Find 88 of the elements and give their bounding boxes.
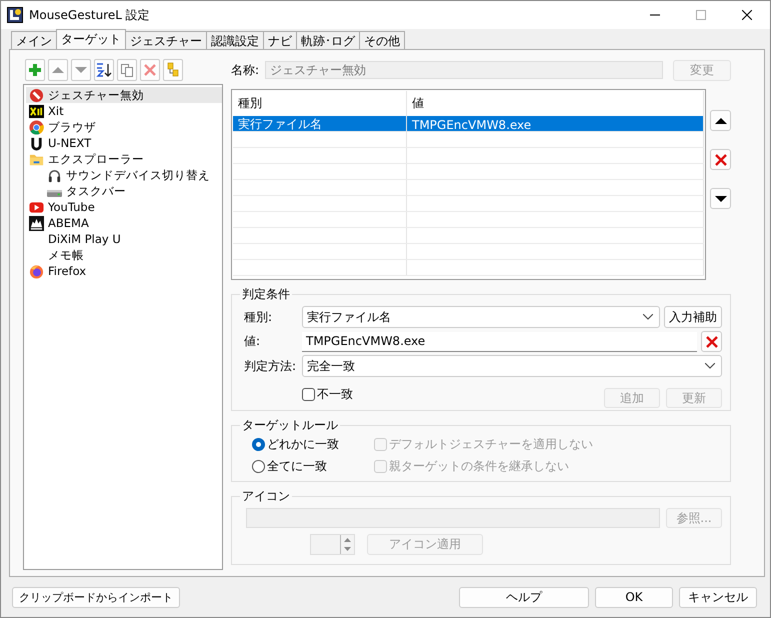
name-label: 名称: bbox=[231, 62, 260, 78]
tab[interactable]: ナビ bbox=[263, 31, 297, 49]
radio-label: どれかに一致 bbox=[267, 436, 339, 453]
tree-item[interactable]: U-NEXT bbox=[26, 135, 222, 151]
cross-icon bbox=[144, 64, 156, 76]
tree-item-label: DiXiM Play U bbox=[48, 232, 121, 246]
chevron-icon bbox=[643, 314, 653, 320]
tree-item-label: Firefox bbox=[48, 264, 86, 278]
app-logo-icon bbox=[29, 104, 44, 118]
tree-item[interactable]: Firefox bbox=[26, 263, 222, 279]
chevron-icon bbox=[705, 363, 715, 369]
sort-button[interactable] bbox=[94, 59, 114, 81]
hierarchy-icon bbox=[166, 62, 180, 78]
move-up-button[interactable] bbox=[710, 110, 731, 131]
checkbox-label: 親ターゲットの条件を継承しない bbox=[389, 458, 569, 475]
method-label: 判定方法: bbox=[243, 358, 298, 374]
method-dropdown[interactable]: 完全一致 bbox=[302, 355, 722, 377]
window-title: MouseGestureL 設定 bbox=[29, 6, 151, 24]
group-title: ターゲットルール bbox=[241, 417, 339, 434]
tree-item-label: エクスプローラー bbox=[48, 152, 144, 166]
tree-item[interactable]: サウンドデバイス切り替え bbox=[26, 167, 222, 183]
type-label: 種別: bbox=[243, 308, 274, 326]
drive-icon bbox=[47, 190, 62, 196]
tab[interactable]: ジェスチャー bbox=[125, 31, 207, 49]
tree-item-label: Xit bbox=[48, 104, 64, 118]
group-title: 判定条件 bbox=[241, 286, 291, 303]
clear-button[interactable] bbox=[701, 331, 722, 352]
headphones-icon bbox=[47, 168, 62, 182]
move-down-button[interactable] bbox=[710, 188, 731, 209]
radio-label: 全てに一致 bbox=[267, 458, 327, 475]
table-row[interactable]: 実行ファイル名 TMPGEncVMW8.exe bbox=[233, 116, 704, 132]
tree-item-label: サウンドデバイス切り替え bbox=[66, 168, 210, 182]
tree-item-label: タスクバー bbox=[66, 184, 126, 198]
tree-item[interactable]: DiXiM Play U bbox=[26, 231, 222, 247]
checkbox-label: デフォルトジェスチャーを適用しない bbox=[389, 436, 593, 453]
browser-icon bbox=[29, 120, 44, 134]
dialog-button[interactable]: キャンセル bbox=[679, 586, 757, 608]
down-triangle-icon bbox=[714, 194, 726, 202]
tab[interactable]: 軌跡･ログ bbox=[296, 31, 360, 49]
add-button[interactable] bbox=[25, 59, 45, 81]
tree-item-label: YouTube bbox=[48, 200, 95, 214]
dialog-button[interactable]: ヘルプ bbox=[459, 586, 589, 608]
tree-item[interactable]: ブラウザ bbox=[26, 119, 222, 135]
tree-item[interactable]: メモ帳 bbox=[26, 247, 222, 263]
no-entry-icon bbox=[29, 88, 44, 102]
tree-item-label: ブラウザ bbox=[48, 120, 96, 134]
radio-button[interactable] bbox=[252, 438, 265, 451]
up-triangle-icon bbox=[714, 116, 726, 124]
group-button[interactable] bbox=[163, 59, 183, 81]
delete-button[interactable] bbox=[710, 149, 731, 170]
up-triangle-icon bbox=[52, 66, 64, 74]
tab[interactable]: 認識設定 bbox=[206, 31, 264, 49]
tab[interactable]: メイン bbox=[11, 31, 57, 49]
tree-item-label: メモ帳 bbox=[48, 248, 84, 262]
dialog-button[interactable]: クリップボードからインポート bbox=[12, 586, 180, 608]
down-triangle-icon bbox=[75, 66, 87, 74]
tree-item[interactable]: ABEMA bbox=[26, 215, 222, 231]
cross-icon bbox=[714, 154, 726, 166]
tree-item-label: ABEMA bbox=[48, 216, 89, 230]
sort-icon bbox=[96, 62, 112, 78]
value-label: 値: bbox=[243, 333, 262, 350]
fox-globe-icon bbox=[29, 264, 44, 278]
tab[interactable]: ターゲット bbox=[56, 29, 126, 49]
tree-item[interactable]: YouTube bbox=[26, 199, 222, 215]
app-icon bbox=[7, 7, 23, 23]
group-title: アイコン bbox=[241, 488, 291, 505]
tree-item[interactable]: エクスプローラー bbox=[26, 151, 222, 167]
plus-icon bbox=[28, 63, 42, 77]
checkbox[interactable] bbox=[302, 388, 315, 400]
city-logo-icon bbox=[29, 216, 44, 230]
tree-item[interactable]: Xit bbox=[26, 103, 222, 119]
u-shape-icon bbox=[29, 136, 44, 150]
tree-item-label: U-NEXT bbox=[48, 136, 92, 150]
checkbox-label: 不一致 bbox=[317, 386, 353, 402]
play-icon bbox=[29, 200, 44, 214]
tree-item[interactable]: タスクバー bbox=[26, 183, 222, 199]
index-spinner[interactable] bbox=[310, 534, 355, 555]
cross-icon bbox=[706, 336, 718, 348]
tree-item-label: ジェスチャー無効 bbox=[48, 88, 144, 102]
value-field[interactable]: TMPGEncVMW8.exe bbox=[302, 332, 697, 352]
dialog-button[interactable]: OK bbox=[595, 586, 673, 608]
input-assist-button[interactable]: 入力補助 bbox=[664, 306, 722, 328]
radio-button[interactable] bbox=[252, 460, 265, 473]
delete-button[interactable] bbox=[140, 59, 160, 81]
tree-item[interactable]: ジェスチャー無効 bbox=[26, 87, 222, 103]
copy-icon bbox=[120, 63, 134, 77]
type-dropdown[interactable]: 実行ファイル名 bbox=[302, 306, 660, 328]
tab[interactable]: その他 bbox=[359, 31, 405, 49]
